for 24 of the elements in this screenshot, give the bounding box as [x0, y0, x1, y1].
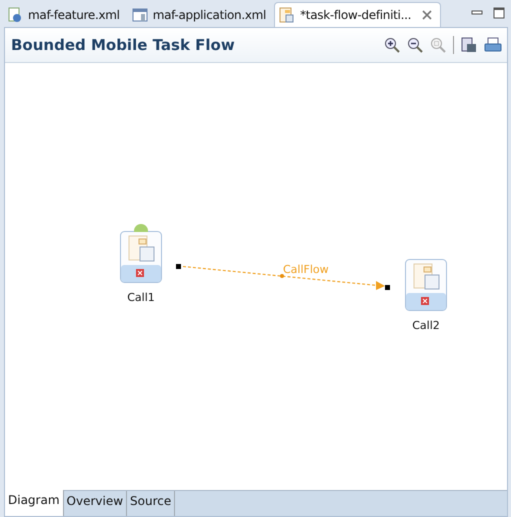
- save-image-icon[interactable]: [461, 37, 477, 53]
- editor-tab[interactable]: *task-flow-definiti...: [274, 2, 442, 27]
- view-tab[interactable]: Source: [127, 491, 176, 516]
- close-icon[interactable]: [422, 10, 432, 20]
- zoom-out-icon[interactable]: [407, 37, 423, 53]
- maximize-icon[interactable]: [493, 7, 505, 19]
- connector-label: CallFlow: [283, 263, 329, 276]
- task-flow-call-icon[interactable]: [120, 231, 162, 283]
- selection-handle[interactable]: [385, 285, 390, 290]
- node-label: Call2: [412, 319, 440, 332]
- print-icon[interactable]: [484, 37, 502, 53]
- diagram-title: Bounded Mobile Task Flow: [11, 36, 236, 54]
- xml-file-icon: [7, 6, 23, 22]
- view-tab[interactable]: Diagram: [5, 490, 64, 516]
- window-file-icon: [132, 6, 148, 22]
- zoom-in-icon[interactable]: [384, 37, 400, 53]
- zoom-fit-icon[interactable]: [430, 37, 446, 53]
- selection-handle[interactable]: [176, 264, 181, 269]
- editor-tab[interactable]: maf-feature.xml: [3, 2, 128, 27]
- task-flow-call-icon[interactable]: [405, 259, 447, 311]
- editor-tab[interactable]: maf-application.xml: [128, 2, 274, 27]
- view-tab[interactable]: Overview: [64, 491, 128, 516]
- node-label: Call1: [127, 291, 155, 304]
- diagram-file-icon: [279, 7, 296, 23]
